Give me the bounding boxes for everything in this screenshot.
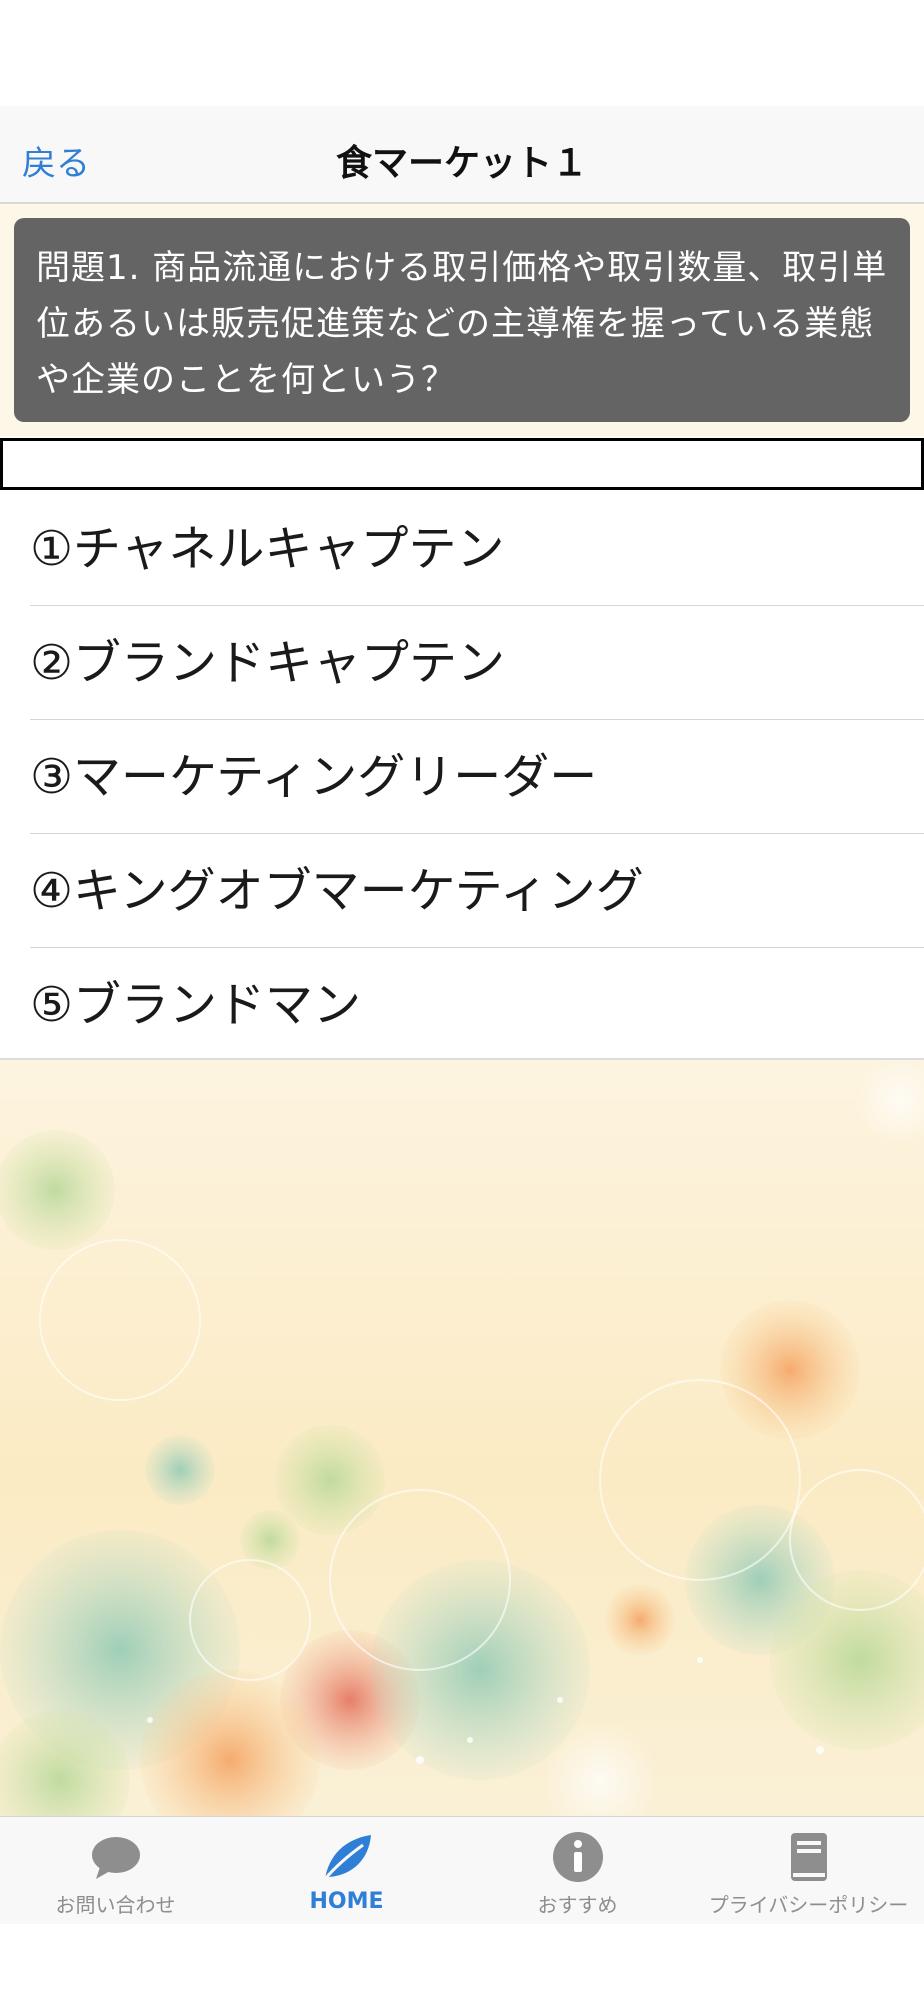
question-text: 問題1. 商品流通における取引価格や取引数量、取引単位あるいは販売促進策などの主… xyxy=(14,218,910,422)
screen: 戻る 食マーケット１ 問題1. 商品流通における取引価格や取引数量、取引単位ある… xyxy=(0,0,924,2000)
tab-contact[interactable]: お問い合わせ xyxy=(0,1817,231,1924)
tab-privacy-policy[interactable]: プライバシーポリシー xyxy=(693,1817,924,1924)
choice-item-5[interactable]: ⑤ブランドマン xyxy=(0,948,924,1062)
choice-item-1[interactable]: ①チャネルキャプテン xyxy=(0,492,924,606)
tab-label: おすすめ xyxy=(537,1893,618,1917)
tab-label: プライバシーポリシー xyxy=(708,1893,909,1917)
leaf-icon xyxy=(323,1835,371,1880)
navigation-bar: 戻る 食マーケット１ xyxy=(0,106,924,204)
choice-item-2[interactable]: ②ブランドキャプテン xyxy=(0,606,924,720)
tab-label: お問い合わせ xyxy=(55,1893,176,1917)
home-indicator-area xyxy=(0,1924,924,2000)
answer-field[interactable] xyxy=(0,438,924,490)
choice-list: ①チャネルキャプテン ②ブランドキャプテン ③マーケティングリーダー ④キングオ… xyxy=(0,492,924,1060)
floral-background-image xyxy=(0,1060,924,1816)
speech-bubble-icon xyxy=(91,1837,140,1879)
book-icon xyxy=(790,1833,827,1881)
choice-item-4[interactable]: ④キングオブマーケティング xyxy=(0,834,924,948)
tab-bar: お問い合わせ HOME おすすめ プライバシーポリシー xyxy=(0,1816,924,1924)
page-title: 食マーケット１ xyxy=(335,143,588,184)
tab-label: HOME xyxy=(309,1889,384,1914)
tab-home[interactable]: HOME xyxy=(231,1817,462,1924)
status-area xyxy=(0,0,924,106)
info-icon xyxy=(552,1832,603,1882)
tab-recommend[interactable]: おすすめ xyxy=(462,1817,693,1924)
question-section: 問題1. 商品流通における取引価格や取引数量、取引単位あるいは販売促進策などの主… xyxy=(0,204,924,436)
choice-item-3[interactable]: ③マーケティングリーダー xyxy=(0,720,924,834)
floral-pattern xyxy=(0,1060,924,1816)
